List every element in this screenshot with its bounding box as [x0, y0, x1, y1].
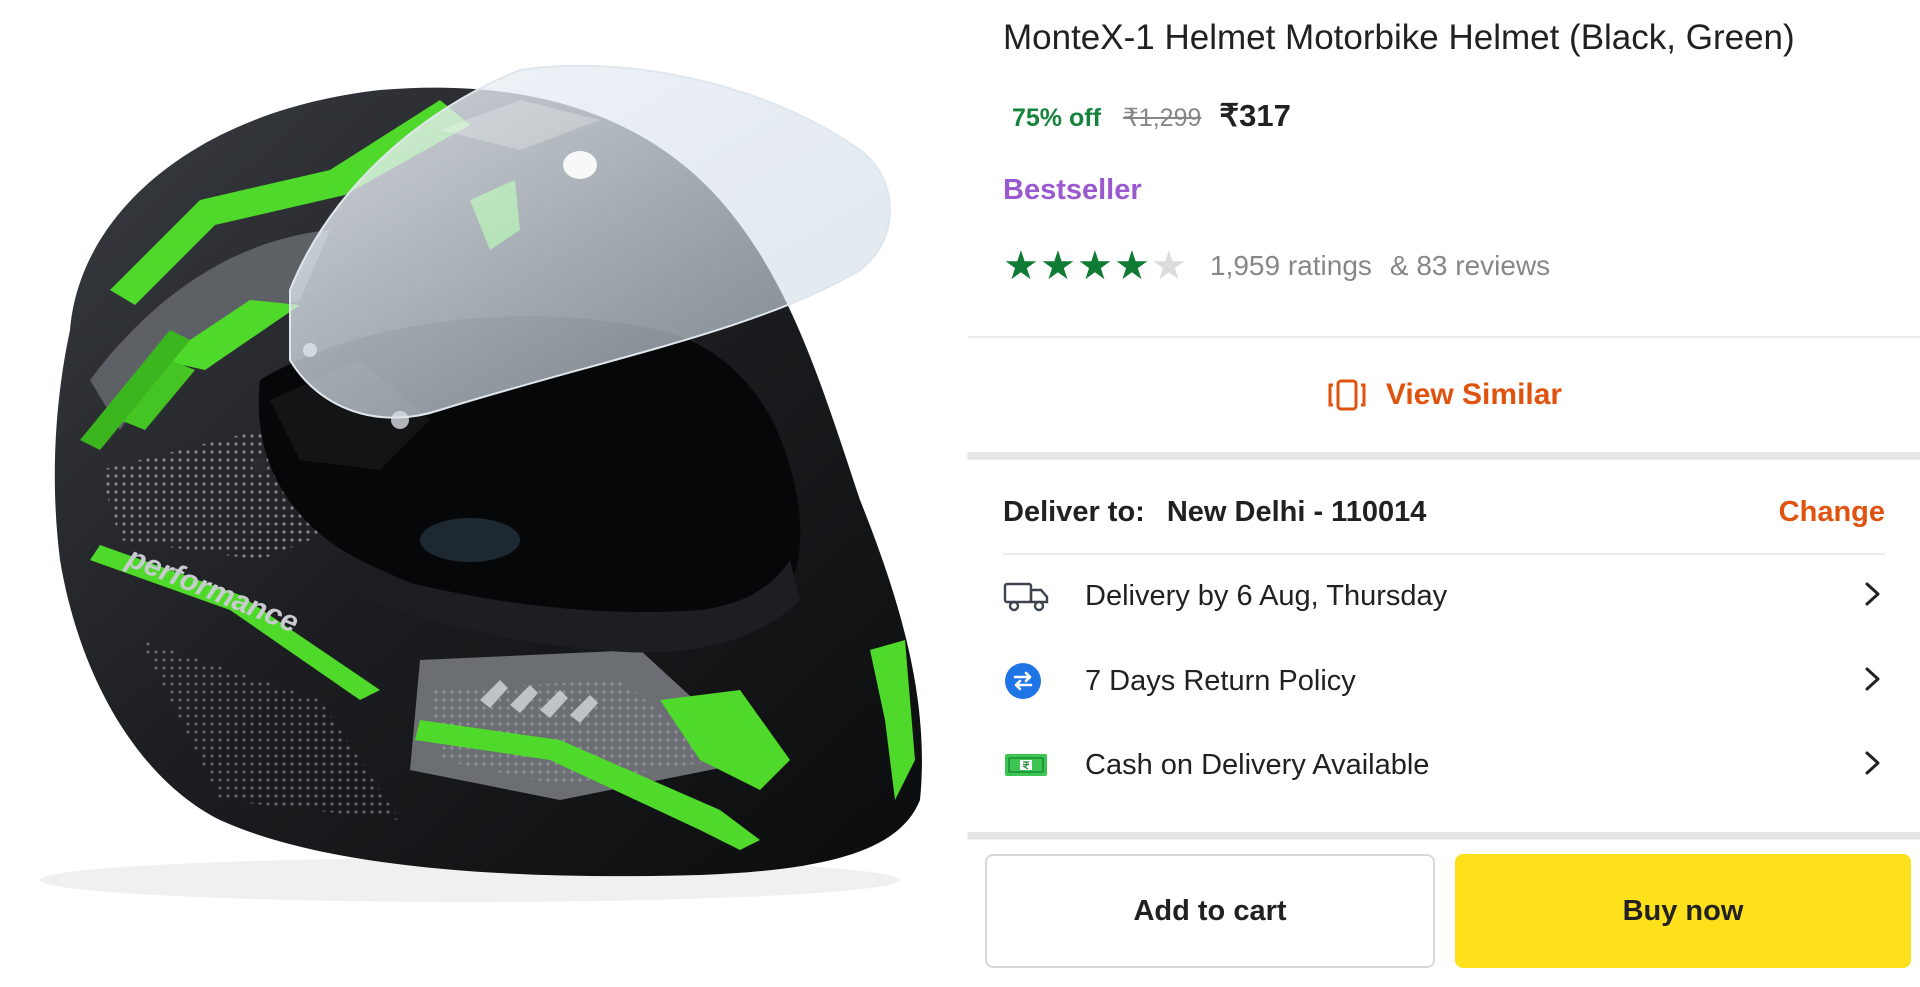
return-icon [1003, 657, 1051, 705]
star-filled-icon: ★ [1003, 244, 1039, 288]
ratings-count: 1,959 ratings [1210, 250, 1372, 281]
deliver-to-label: Deliver to: [1003, 496, 1145, 528]
product-page: performance MonteX-1 Helmet Motorbike He… [0, 0, 1920, 987]
view-similar-icon [1326, 378, 1368, 417]
product-details-panel: MonteX-1 Helmet Motorbike Helmet (Black,… [968, 0, 1920, 987]
star-empty-icon: ★ [1151, 244, 1187, 288]
original-price: ₹1,299 [1122, 104, 1202, 132]
discount-label: 75% off [1012, 104, 1101, 132]
view-similar-button[interactable]: View Similar [968, 340, 1920, 450]
cash-on-delivery-row[interactable]: Cash on Delivery Available [1003, 737, 1885, 793]
chevron-right-icon [1861, 748, 1885, 783]
reviews-count: & 83 reviews [1389, 250, 1551, 281]
product-image[interactable]: performance [0, 0, 960, 987]
helmet-illustration: performance [40, 64, 922, 902]
return-policy-text: 7 Days Return Policy [1085, 664, 1356, 697]
section-divider [968, 832, 1920, 838]
deliver-to: Deliver to: New Delhi - 110014 [1003, 496, 1426, 529]
section-divider [968, 452, 1920, 458]
delivery-date-text: Delivery by 6 Aug, Thursday [1085, 579, 1448, 612]
star-rating: ★ ★ ★ ★ ★ [1003, 246, 1188, 286]
buy-now-button[interactable]: Buy now [1455, 854, 1911, 968]
product-title: MonteX-1 Helmet Motorbike Helmet (Black,… [1003, 18, 1795, 57]
truck-icon [1003, 572, 1051, 620]
star-filled-icon: ★ [1077, 244, 1113, 288]
price-row: 75% off ₹1,299 ₹317 [1012, 98, 1291, 134]
selling-price: ₹317 [1219, 98, 1291, 133]
star-filled-icon: ★ [1114, 244, 1150, 288]
cash-on-delivery-text: Cash on Delivery Available [1085, 748, 1430, 781]
view-similar-label: View Similar [1385, 378, 1563, 411]
delivery-location: New Delhi - 110014 [1166, 496, 1427, 528]
star-filled-icon: ★ [1040, 244, 1076, 288]
divider [968, 336, 1920, 338]
rating-row[interactable]: ★ ★ ★ ★ ★ 1,959 ratings & 83 reviews [1003, 246, 1550, 286]
add-to-cart-button[interactable]: Add to cart [985, 854, 1435, 968]
delivery-date-row[interactable]: Delivery by 6 Aug, Thursday [1003, 568, 1885, 624]
bestseller-badge: Bestseller [1003, 174, 1142, 206]
deliver-to-row: Deliver to: New Delhi - 110014 Change [1003, 496, 1885, 529]
divider [1003, 553, 1885, 555]
return-policy-row[interactable]: 7 Days Return Policy [1003, 653, 1885, 709]
chevron-right-icon [1861, 664, 1885, 699]
cash-icon [1003, 741, 1051, 789]
chevron-right-icon [1861, 579, 1885, 614]
change-location-button[interactable]: Change [1779, 496, 1885, 529]
